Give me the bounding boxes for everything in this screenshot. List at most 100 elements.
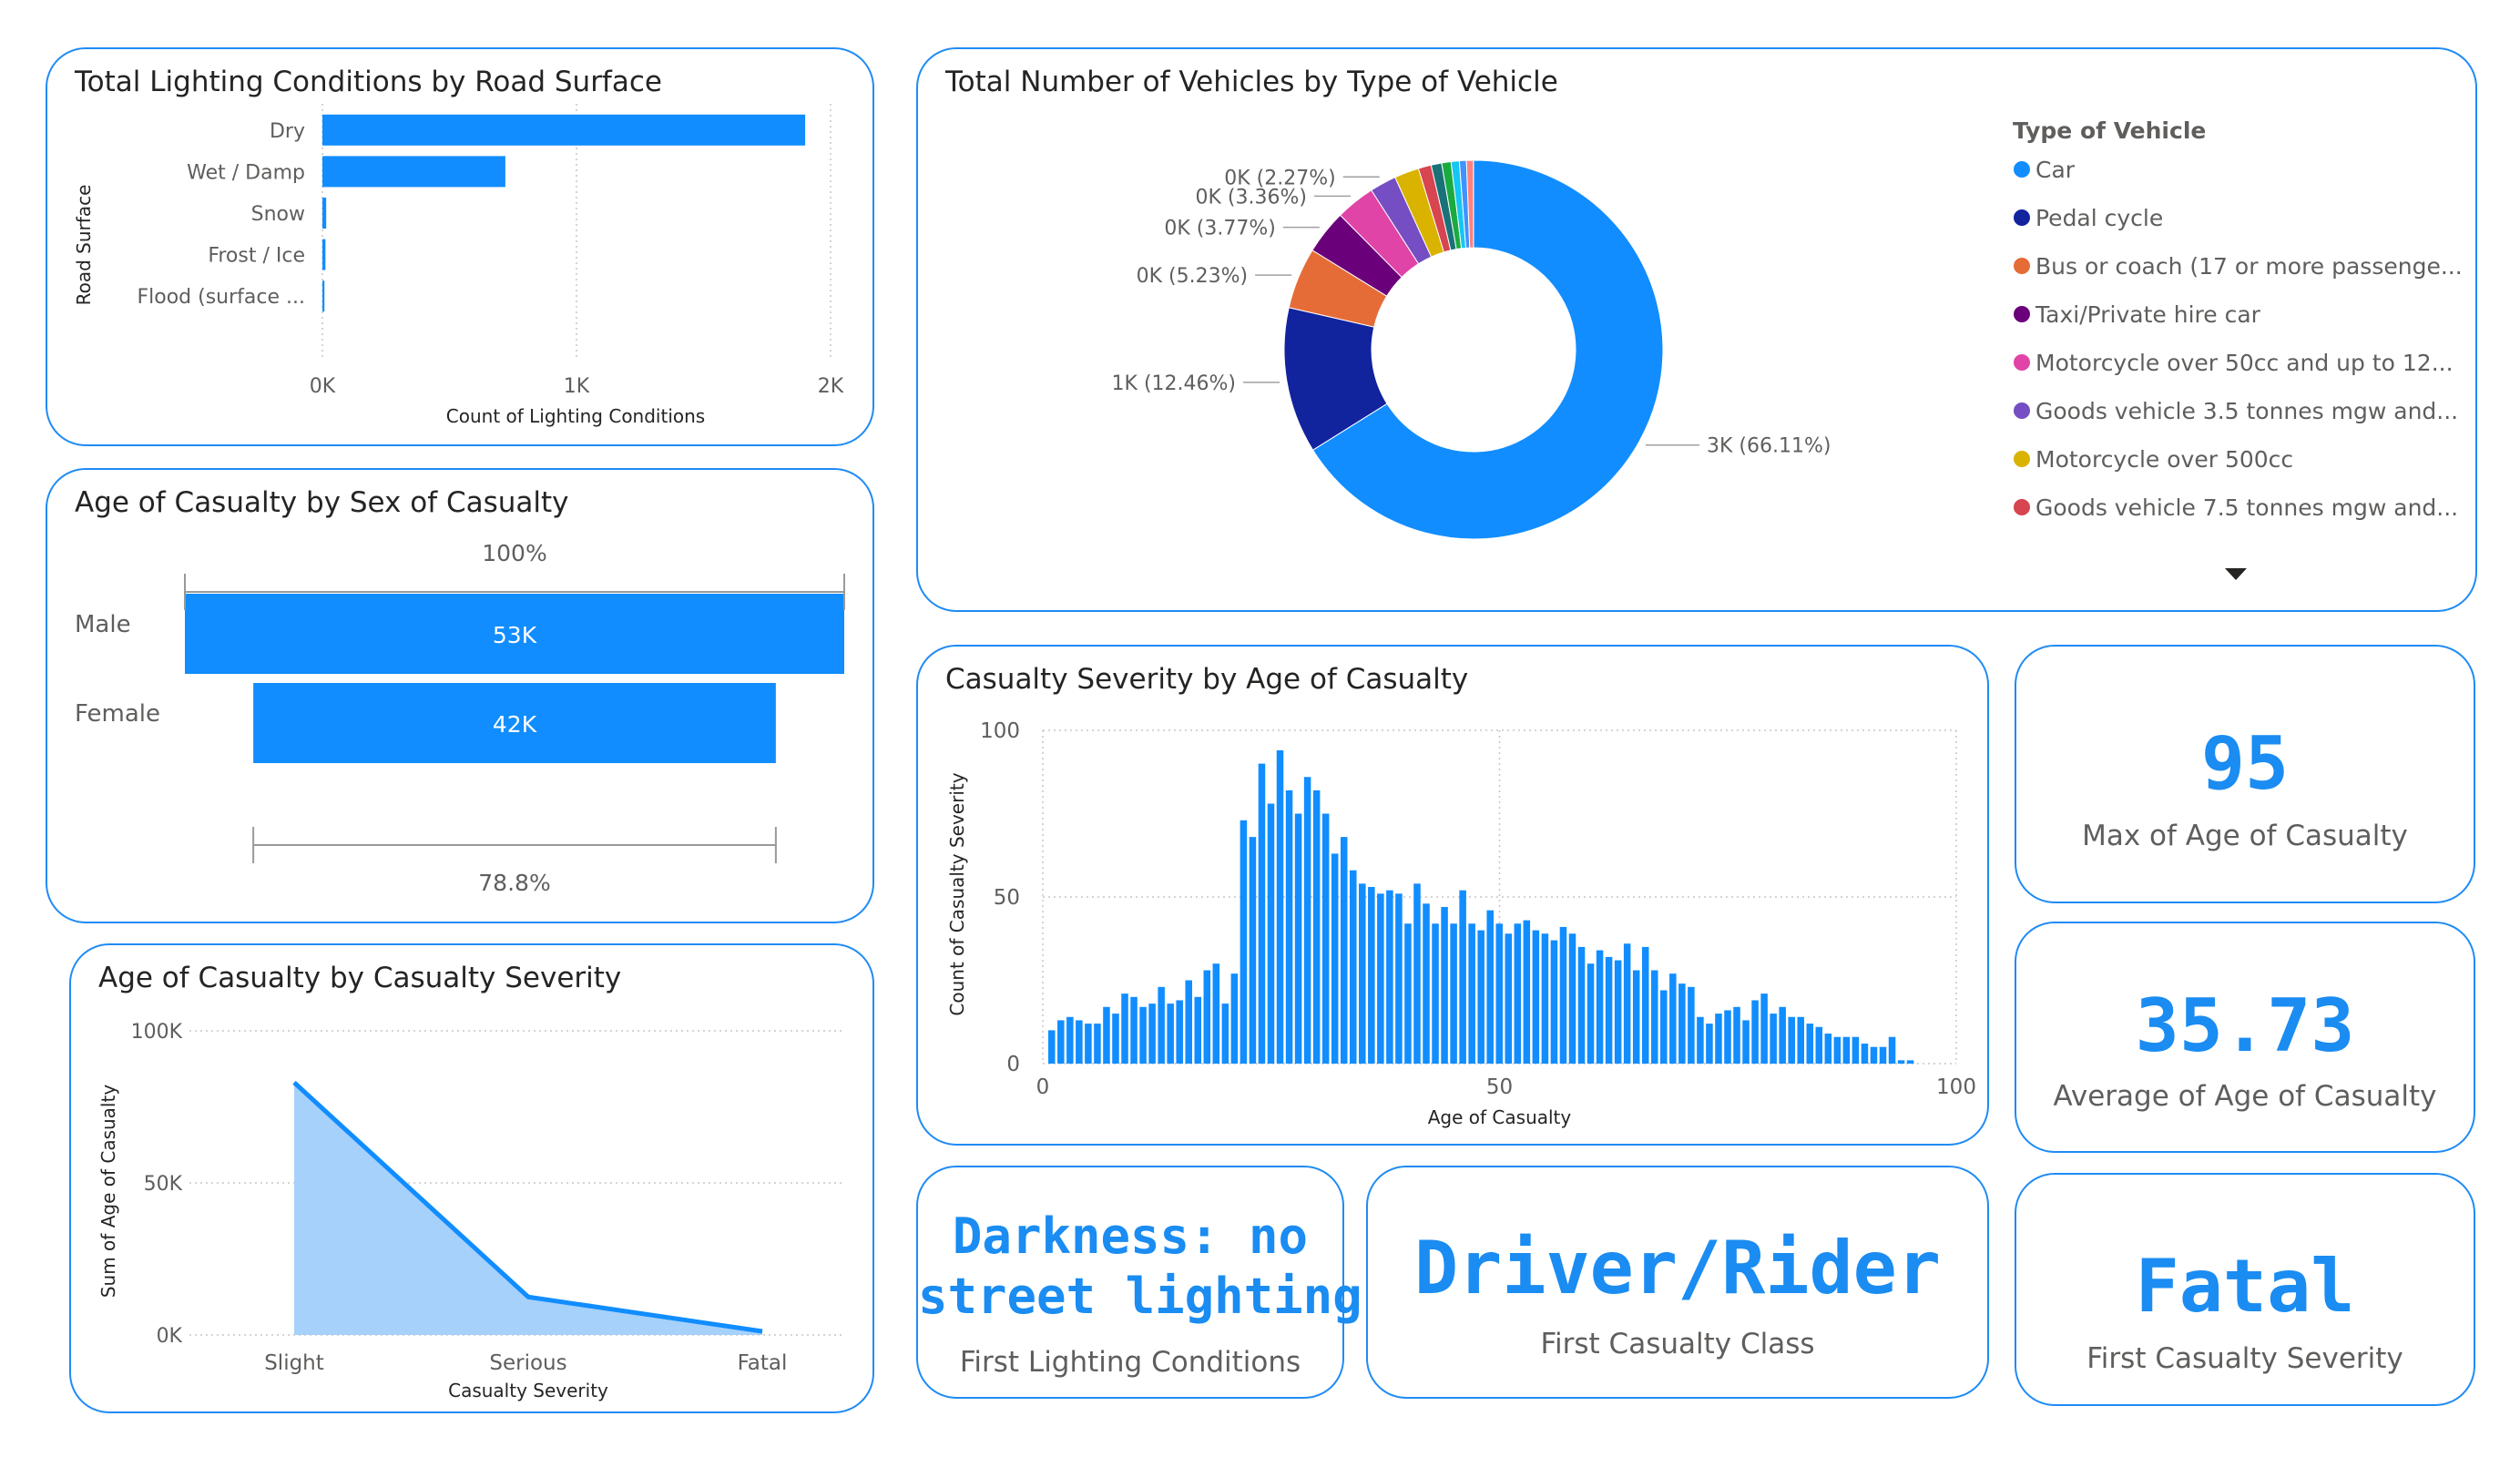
legend-marker — [2014, 258, 2030, 274]
bar — [1678, 983, 1686, 1064]
kpi-casualty-class-value: Driver/Rider — [1414, 1226, 1941, 1310]
bar — [1724, 1010, 1731, 1064]
bar — [1121, 993, 1128, 1064]
bar — [1788, 1016, 1795, 1064]
bar — [1240, 820, 1248, 1064]
y-tick-label: Flood (surface ... — [137, 286, 305, 309]
legend-marker — [2014, 451, 2030, 467]
bar — [1459, 890, 1466, 1064]
bar — [1441, 906, 1448, 1064]
bar — [1632, 970, 1640, 1064]
bar — [1386, 890, 1393, 1064]
category-label: Female — [75, 700, 160, 728]
bar — [1669, 973, 1677, 1064]
bar — [1423, 903, 1430, 1064]
y-tick-label: 100 — [980, 719, 1020, 743]
y-tick-label: 0 — [1006, 1053, 1020, 1076]
bar — [1112, 1014, 1119, 1064]
severity-area-card: Age of Casualty by Casualty Severity 100… — [69, 943, 874, 1413]
vehicles-chart: 3K (66.11%) 1K (12.46%) 0K (5.23%) 0K (3.77… — [1112, 117, 2463, 540]
slice-label: 1K (12.46%) — [1112, 372, 1236, 395]
bar — [1103, 1006, 1110, 1064]
bar — [1413, 883, 1421, 1064]
bar — [1203, 970, 1211, 1064]
x-tick-label: 0K — [310, 375, 336, 398]
bar — [1605, 956, 1613, 1064]
bar — [1870, 1046, 1878, 1064]
bar — [1559, 926, 1567, 1064]
legend-marker — [2014, 209, 2030, 226]
kpi-avg-age-value: 35.73 — [2135, 983, 2355, 1068]
y-tick-label: 50 — [994, 886, 1020, 910]
slice-label: 3K (66.11%) — [1707, 435, 1831, 458]
bar — [1852, 1036, 1860, 1064]
bar — [1359, 883, 1366, 1064]
vehicles-card: Total Number of Vehicles by Type of Vehi… — [916, 47, 2477, 612]
y-tick-label: 50K — [144, 1173, 183, 1196]
bar — [1697, 1016, 1704, 1064]
bar — [1733, 1006, 1740, 1064]
bar — [1541, 933, 1549, 1064]
y-axis-title: Sum of Age of Casualty — [97, 1085, 119, 1298]
bar — [1568, 933, 1576, 1064]
bar — [1267, 803, 1275, 1064]
data-label: 53K — [493, 622, 537, 648]
legend-title: Type of Vehicle — [2013, 117, 2206, 144]
category-label: Male — [75, 611, 131, 638]
bar — [1514, 923, 1522, 1064]
y-tick-label: Wet / Damp — [187, 161, 305, 184]
bar — [322, 198, 327, 229]
bar — [1066, 1016, 1074, 1064]
severity-area-chart: 100K 50K 0K Slight Serious Fatal Casualty Seve… — [97, 1021, 843, 1401]
bar — [1760, 993, 1768, 1064]
legend-more-icon[interactable] — [2225, 568, 2247, 580]
kpi-lighting-value-line1: Darkness: no — [952, 1207, 1309, 1265]
legend-marker — [2014, 306, 2030, 322]
bar — [1824, 1034, 1832, 1064]
bar — [1167, 1004, 1174, 1064]
legend-marker — [2014, 499, 2030, 515]
bar — [1276, 749, 1284, 1064]
x-tick-label: 0 — [1036, 1075, 1050, 1099]
bar — [1194, 996, 1202, 1064]
age-hist-chart: 0 50 100 0 50 100 Age of Casualty Count of Casu… — [946, 719, 1976, 1128]
kpi-lighting-card: Darkness: no street lighting First Light… — [916, 1166, 1362, 1399]
bar — [1340, 837, 1348, 1064]
bar — [1688, 986, 1695, 1064]
data-label: 42K — [493, 711, 537, 738]
bar — [1312, 790, 1321, 1064]
bar — [1477, 930, 1484, 1064]
y-tick-label: Frost / Ice — [208, 245, 305, 268]
bar — [1523, 920, 1531, 1064]
legend-label: Pedal cycle — [2035, 205, 2163, 231]
kpi-lighting-value-line2: street lighting — [918, 1268, 1362, 1325]
percent-label: 100% — [482, 540, 546, 566]
bar — [1897, 1060, 1905, 1064]
x-tick-label: 100 — [1936, 1075, 1976, 1099]
bar — [1706, 1024, 1713, 1064]
bar — [1532, 930, 1540, 1064]
bar — [1185, 980, 1192, 1064]
y-tick-label: 100K — [131, 1021, 183, 1044]
bar — [1623, 943, 1631, 1064]
legend-label: Goods vehicle 7.5 tonnes mgw and... — [2035, 494, 2458, 521]
x-axis-title: Count of Lighting Conditions — [446, 405, 705, 427]
bar — [1085, 1024, 1092, 1064]
bar — [1806, 1024, 1814, 1064]
bar — [1879, 1046, 1887, 1064]
sex-card: Age of Casualty by Sex of Casualty 53K Ma… — [46, 468, 874, 923]
y-tick-label: 0K — [157, 1325, 183, 1348]
slice-label: 0K (5.23%) — [1137, 265, 1248, 288]
bar — [1779, 1006, 1786, 1064]
bar — [1468, 923, 1475, 1064]
bar — [1797, 1016, 1805, 1064]
bar — [1404, 923, 1412, 1064]
bar — [322, 239, 326, 270]
bar — [1715, 1014, 1722, 1064]
legend-label: Car — [2035, 157, 2076, 183]
x-axis-title: Age of Casualty — [1428, 1106, 1572, 1128]
bar — [1586, 963, 1595, 1064]
kpi-casualty-class-card: Driver/Rider First Casualty Class — [1366, 1166, 1989, 1399]
bar — [1842, 1036, 1851, 1064]
x-tick-label: 2K — [818, 375, 844, 398]
